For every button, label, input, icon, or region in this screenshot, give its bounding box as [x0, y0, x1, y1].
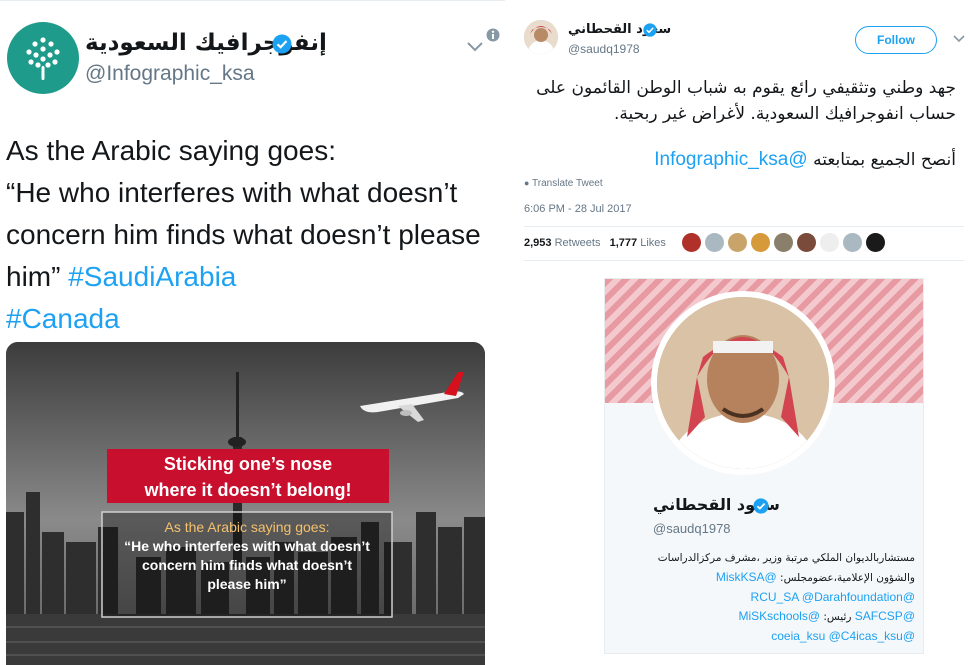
- image-quote: As the Arabic saying goes: “He who inter…: [102, 518, 392, 608]
- bio-line: مستشاربالديوان الملكي مرتبة وزير ،مشرف م…: [657, 552, 915, 564]
- quote-line: concern him finds what doesn’t: [141, 557, 353, 573]
- mention-link[interactable]: @SAFCSP: [855, 609, 915, 623]
- divider: [524, 226, 964, 227]
- quote-line: As the Arabic saying goes:: [164, 519, 330, 535]
- verified-badge-icon: [753, 498, 769, 514]
- avatar[interactable]: [7, 22, 79, 94]
- chevron-down-icon[interactable]: [466, 40, 484, 54]
- globe-icon: ●: [524, 178, 530, 188]
- tweet-line: جهد وطني وتثقيفي رائع يقوم به شباب الوطن…: [536, 78, 956, 98]
- tweet-line: him” #SaudiArabia: [6, 256, 496, 298]
- tweet-text: As the Arabic saying goes: “He who inter…: [6, 130, 496, 340]
- avatar[interactable]: [751, 233, 770, 252]
- follow-button[interactable]: Follow: [855, 26, 937, 54]
- mention-link[interactable]: @Infographic_ksa: [654, 149, 807, 170]
- translate-label: Translate Tweet: [532, 178, 603, 189]
- translate-link[interactable]: ● Translate Tweet: [524, 178, 603, 189]
- avatar[interactable]: [728, 233, 747, 252]
- bio-line: @SAFCSP رئيس: @MiSKschools: [625, 607, 915, 627]
- avatar[interactable]: [682, 233, 701, 252]
- tweet-line: “He who interferes with what doesn’t: [6, 177, 458, 208]
- divider: [0, 0, 505, 1]
- tweet-text: أنصح الجميع بمتابعته @Infographic_ksa: [526, 147, 956, 173]
- avatar[interactable]: [524, 20, 558, 54]
- tweet-line: أنصح الجميع بمتابعته: [813, 150, 956, 170]
- author-handle[interactable]: @saudq1978: [568, 42, 640, 56]
- avatar[interactable]: [843, 233, 862, 252]
- tweet-line: concern him finds what doesn’t please: [6, 219, 481, 250]
- info-icon[interactable]: [486, 28, 500, 42]
- profile-avatar[interactable]: [651, 291, 835, 475]
- avatar[interactable]: [797, 233, 816, 252]
- tweet-text: جهد وطني وتثقيفي رائع يقوم به شباب الوطن…: [526, 75, 956, 127]
- retweets-label[interactable]: Retweets: [555, 237, 601, 249]
- city-skyline-photo: [6, 342, 485, 665]
- chevron-down-icon[interactable]: [953, 34, 965, 44]
- image-banner: Sticking one’s nose where it doesn’t bel…: [107, 449, 389, 503]
- retweets-count[interactable]: 2,953: [524, 237, 552, 249]
- profile-card: سعود القحطاني @saudq1978 مستشاربالديوان …: [604, 278, 924, 654]
- mention-link[interactable]: @RCU_SA @Darahfoundation: [625, 588, 915, 607]
- bio-line: والشؤون الإعلامية،عضومجلس: @MiskKSA: [625, 568, 915, 588]
- user-photo-icon: [657, 297, 829, 469]
- banner-line: Sticking one’s nose: [163, 454, 333, 474]
- avatar[interactable]: [774, 233, 793, 252]
- mention-link[interactable]: @MiSKschools: [738, 609, 820, 623]
- bio-text: والشؤون الإعلامية،عضومجلس:: [780, 572, 915, 584]
- tweet-line: حساب انفوجرافيك السعودية. لأغراض غير ربح…: [614, 104, 956, 124]
- bio-text: رئيس:: [823, 611, 852, 623]
- tweet-image[interactable]: Sticking one’s nose where it doesn’t bel…: [6, 342, 485, 665]
- tweet-line: As the Arabic saying goes:: [6, 135, 336, 166]
- right-tweet: سعود القحطاني @saudq1978 Follow جهد وطني…: [512, 0, 970, 665]
- avatar[interactable]: [705, 233, 724, 252]
- mention-link[interactable]: @MiskKSA: [716, 570, 777, 584]
- quote-line: “He who interferes with what doesn’t: [124, 538, 370, 554]
- hashtag-link[interactable]: #SaudiArabia: [68, 261, 236, 292]
- author-handle[interactable]: @Infographic_ksa: [85, 62, 255, 86]
- divider: [524, 260, 964, 261]
- likes-label[interactable]: Likes: [640, 237, 666, 249]
- mention-link[interactable]: @coeia_ksu @C4icas_ksu: [625, 627, 915, 646]
- verified-badge-icon: [272, 34, 292, 54]
- avatar[interactable]: [866, 233, 885, 252]
- profile-photo: [657, 297, 829, 469]
- timestamp[interactable]: 6:06 PM - 28 Jul 2017: [524, 203, 632, 215]
- tweet-line-end: him”: [6, 261, 61, 292]
- profile-bio: مستشاربالديوان الملكي مرتبة وزير ،مشرف م…: [625, 549, 915, 646]
- quote-line: please him”: [207, 576, 287, 592]
- profile-handle[interactable]: @saudq1978: [653, 521, 731, 536]
- tweet-stats: 2,953 Retweets 1,777 Likes: [524, 237, 666, 249]
- liker-avatars: [682, 233, 885, 255]
- tweet-line: #Canada: [6, 298, 496, 340]
- hashtag-link[interactable]: #Canada: [6, 303, 120, 334]
- user-photo-icon: [524, 20, 558, 54]
- likes-count[interactable]: 1,777: [610, 237, 638, 249]
- left-tweet: إنفوجرافيك السعودية @Infographic_ksa As …: [0, 0, 505, 665]
- verified-badge-icon: [643, 23, 657, 37]
- banner-line: where it doesn’t belong!: [144, 480, 352, 500]
- tree-logo-icon: [26, 37, 60, 80]
- avatar[interactable]: [820, 233, 839, 252]
